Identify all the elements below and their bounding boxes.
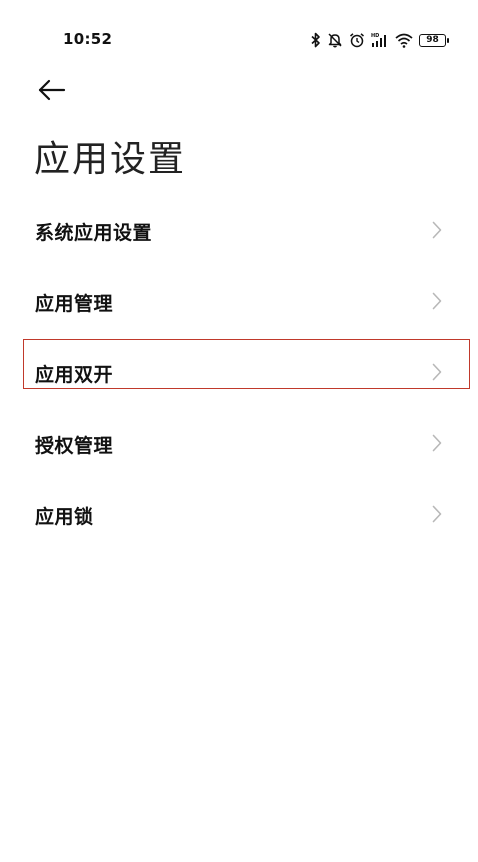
menu-item-dual-apps[interactable]: 应用双开 — [0, 338, 478, 409]
status-time: 10:52 — [63, 30, 113, 48]
chevron-right-icon — [432, 221, 442, 243]
status-bar: 10:52 HD 98 — [0, 0, 478, 80]
menu-item-app-management[interactable]: 应用管理 — [0, 267, 478, 338]
battery-level: 98 — [426, 35, 439, 45]
wifi-icon — [395, 32, 413, 48]
menu-item-app-lock[interactable]: 应用锁 — [0, 480, 478, 551]
menu-item-label: 系统应用设置 — [35, 222, 153, 244]
page-title: 应用设置 — [34, 139, 187, 180]
settings-menu: 系统应用设置 应用管理 应用双开 授权管理 应用锁 — [0, 196, 478, 551]
battery-icon: 98 — [419, 33, 449, 47]
hd-signal-icon: HD — [371, 32, 389, 48]
menu-item-permissions[interactable]: 授权管理 — [0, 409, 478, 480]
chevron-right-icon — [432, 434, 442, 456]
chevron-right-icon — [432, 363, 442, 385]
mute-icon — [327, 32, 343, 48]
chevron-right-icon — [432, 292, 442, 314]
svg-text:HD: HD — [371, 33, 379, 39]
menu-item-label: 授权管理 — [35, 435, 114, 457]
menu-item-label: 应用双开 — [35, 364, 114, 386]
bluetooth-icon — [311, 32, 321, 48]
menu-item-system-app-settings[interactable]: 系统应用设置 — [0, 196, 478, 267]
menu-item-label: 应用锁 — [35, 506, 94, 528]
status-icons: HD 98 — [311, 30, 449, 50]
alarm-icon — [349, 32, 365, 48]
chevron-right-icon — [432, 505, 442, 527]
back-button[interactable] — [32, 74, 72, 106]
menu-item-label: 应用管理 — [35, 293, 114, 315]
